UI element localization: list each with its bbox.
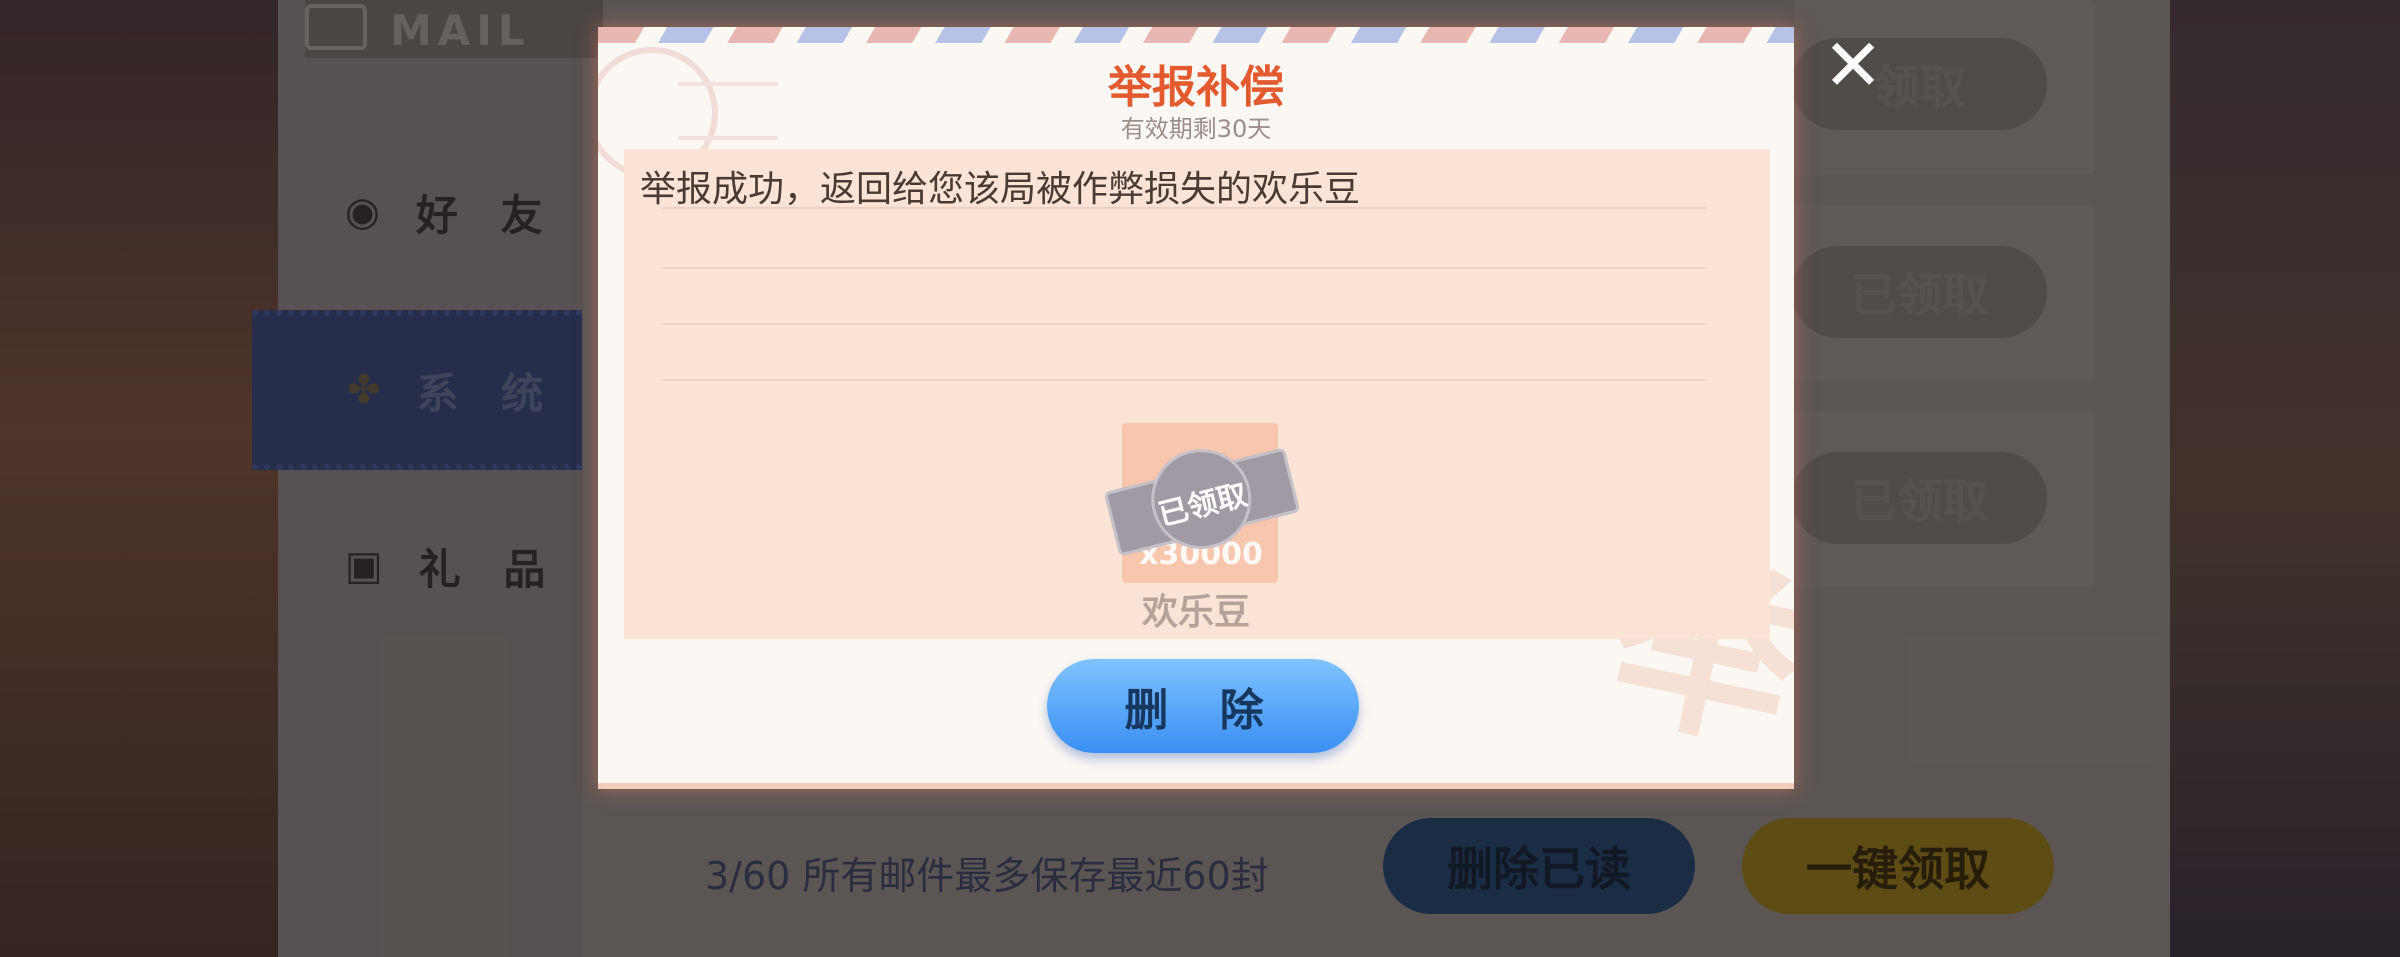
dialog-expiry: 有效期剩30天: [1120, 115, 1272, 143]
close-icon[interactable]: ✕: [1820, 29, 1886, 101]
divider: [663, 379, 1705, 381]
divider: [663, 267, 1705, 269]
delete-button[interactable]: 删 除: [1047, 659, 1359, 753]
report-compensation-dialog: 举 举报补偿 有效期剩30天 举报成功，返回给您该局被作弊损失的欢乐豆 x300…: [598, 27, 1794, 789]
message-text: 举报成功，返回给您该局被作弊损失的欢乐豆: [640, 169, 1361, 210]
dialog-title: 举报补偿: [1108, 62, 1284, 113]
divider: [663, 207, 1705, 209]
divider: [663, 323, 1705, 325]
reward-name: 欢乐豆: [1141, 592, 1250, 633]
airmail-stripe: [598, 27, 1794, 43]
